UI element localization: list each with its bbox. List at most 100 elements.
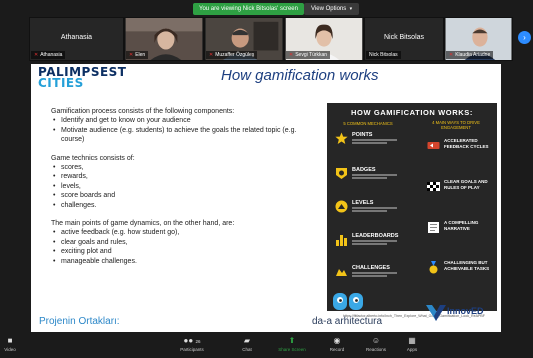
list-item: exciting plot and [51,247,321,257]
chat-button[interactable]: ▰ Chat [225,335,269,352]
slide-title: How gamification works [221,67,379,84]
engagement-item: CLEAR GOALS AND RULES OF PLAY [427,179,495,195]
technics-list: scores, rewards, levels, score boards an… [51,163,321,210]
innoved-logo: InnovED [425,303,497,323]
participant-tile[interactable]: ✕ Muzaffer Özgüleş [204,17,284,61]
mechanic-label: BADGES [352,167,376,173]
list-item: levels, [51,182,321,192]
leaderboard-icon [336,235,347,246]
viewing-screen-indicator: You are viewing Nick Bitsolas' screen [193,3,304,15]
toolbar-label: Reactions [365,347,386,352]
participant-tile[interactable]: ✕ Sevgi Türkkan [284,17,364,61]
star-icon [335,132,348,144]
video-button[interactable]: ■ Video [0,335,32,352]
toolbar-label: Record [329,347,345,352]
components-intro: Gamification process consists of the fol… [51,108,235,115]
mechanic-label: POINTS [352,132,373,138]
list-item: challenges. [51,201,321,211]
participant-name-tag: ✕ Sevgi Türkkan [286,51,331,59]
share-screen-icon: ⬆ [288,336,296,345]
da-a-mascot-icon [333,293,363,310]
badge-icon [336,168,347,179]
participant-name-tag: ✕ Muzaffer Özgüleş [206,51,258,59]
video-icon: ■ [7,336,13,345]
partners-heading: Projenin Ortakları: [39,316,120,327]
participant-strip: Athanasia ✕ Athanasia ✕ Elen ✕ Muzaffer Özg… [29,17,513,61]
toolbar-label: Apps [406,347,418,352]
da-a-logo-text: da-a arhitectura [312,316,383,327]
list-item: Identify and get to know on your audienc… [51,116,321,126]
zoom-meeting-window: You are viewing Nick Bitsolas' screen Vi… [0,0,533,358]
muted-mic-icon: ✕ [34,52,39,58]
shared-screen-slide: PALIMPSEST CITIES How gamification works… [31,64,501,332]
participants-button[interactable]: ●● 26 Participants [170,335,214,352]
toolbar-label: Share Screen [278,347,306,352]
apps-icon: ▦ [408,336,416,345]
list-item: score boards and [51,191,321,201]
innoved-logo-text: InnovED [447,306,484,316]
participant-name-tag: Nick Bitsolas [366,51,401,59]
participant-display-name: Athanasia [60,34,93,41]
list-item: clear goals and rules, [51,238,321,248]
participant-tile[interactable]: Nick Bitsolas Nick Bitsolas [364,17,444,61]
participant-name-tag: ✕ Elen [126,51,149,59]
muted-mic-icon: ✕ [129,52,134,58]
toolbar-label: Participants [180,347,204,352]
toolbar-label: Chat [242,347,252,352]
view-options-label: View Options [311,6,347,12]
chat-icon: ▰ [243,336,251,345]
participant-tag-text: Athanasia [40,52,63,58]
list-item: scores, [51,163,321,173]
chevron-down-icon: ▾ [348,6,353,12]
participants-count: 26 [195,339,201,344]
checkered-flag-icon [427,182,440,191]
next-page-arrow-icon[interactable]: › [518,31,531,44]
muted-mic-icon: ✕ [289,52,294,58]
medal-icon [429,261,438,274]
narrative-book-icon [428,222,439,233]
participant-display-name: Nick Bitsolas [383,34,425,41]
record-button[interactable]: ◉ Record [315,335,359,352]
infographic-title: HOW GAMIFICATION WORKS: [351,108,473,117]
list-item: manageable challenges. [51,257,321,267]
mechanic-label: CHALLENGES [352,265,390,271]
participant-name-tag: ✕ Athanasia [31,51,66,59]
toolbar-label: Video [4,347,16,352]
mechanic-leaderboards: LEADERBOARDS [335,232,415,248]
engagement-label: ACCELERATED FEEDBACK CYCLES [444,138,489,149]
levels-icon [335,200,348,213]
mechanic-levels: LEVELS [335,199,415,215]
participant-tag-text: Klaudia Ariadne [455,52,491,58]
feedback-cycle-icon [427,142,440,149]
muted-mic-icon: ✕ [209,52,214,58]
dynamics-intro: The main points of game dynamics, on the… [51,220,235,228]
innoved-mark-icon [426,305,446,321]
slide-body: Gamification process consists of the fol… [51,107,321,267]
engagement-subtitle: 4 MAIN WAYS TO DRIVE ENGAGEMENT [432,120,480,130]
participant-tile[interactable]: ✕ Klaudia Ariadne [444,17,513,61]
participant-tag-text: Elen [135,52,146,58]
da-a-arhitectura-logo: da-a arhitectura [312,292,404,328]
challenge-icon [336,269,347,276]
muted-mic-icon: ✕ [449,52,454,58]
meeting-toolbar: ■ Video ●● 26 Participants ▰ Chat ⬆ Shar… [0,334,533,358]
dynamics-list: active feedback (e.g. how student go), c… [51,228,321,266]
participant-tag-text: Muzaffer Özgüleş [215,52,255,58]
palimpsest-cities-logo: PALIMPSEST CITIES [38,66,127,90]
mechanic-badges: BADGES [335,166,415,182]
mechanics-subtitle: 5 COMMON MECHANICS [343,121,393,126]
engagement-item: ACCELERATED FEEDBACK CYCLES [427,138,495,154]
participant-tile[interactable]: Athanasia ✕ Athanasia [29,17,124,61]
engagement-label: CHALLENGING BUT ACHIEVABLE TASKS [444,260,490,271]
mechanic-challenges: CHALLENGES [335,264,415,280]
share-screen-button[interactable]: ⬆ Share Screen [270,335,314,352]
view-options-button[interactable]: View Options ▾ [304,3,360,15]
logo-line-2: CITIES [38,76,84,90]
participant-tile[interactable]: ✕ Elen [124,17,204,61]
apps-button[interactable]: ▦ Apps [390,335,434,352]
participant-tag-text: Nick Bitsolas [369,52,398,58]
top-banner: You are viewing Nick Bitsolas' screen Vi… [0,0,533,18]
components-list: Identify and get to know on your audienc… [51,116,321,144]
engagement-item: CHALLENGING BUT ACHIEVABLE TASKS [427,260,495,276]
engagement-label: A COMPELLING NARRATIVE [444,220,479,231]
